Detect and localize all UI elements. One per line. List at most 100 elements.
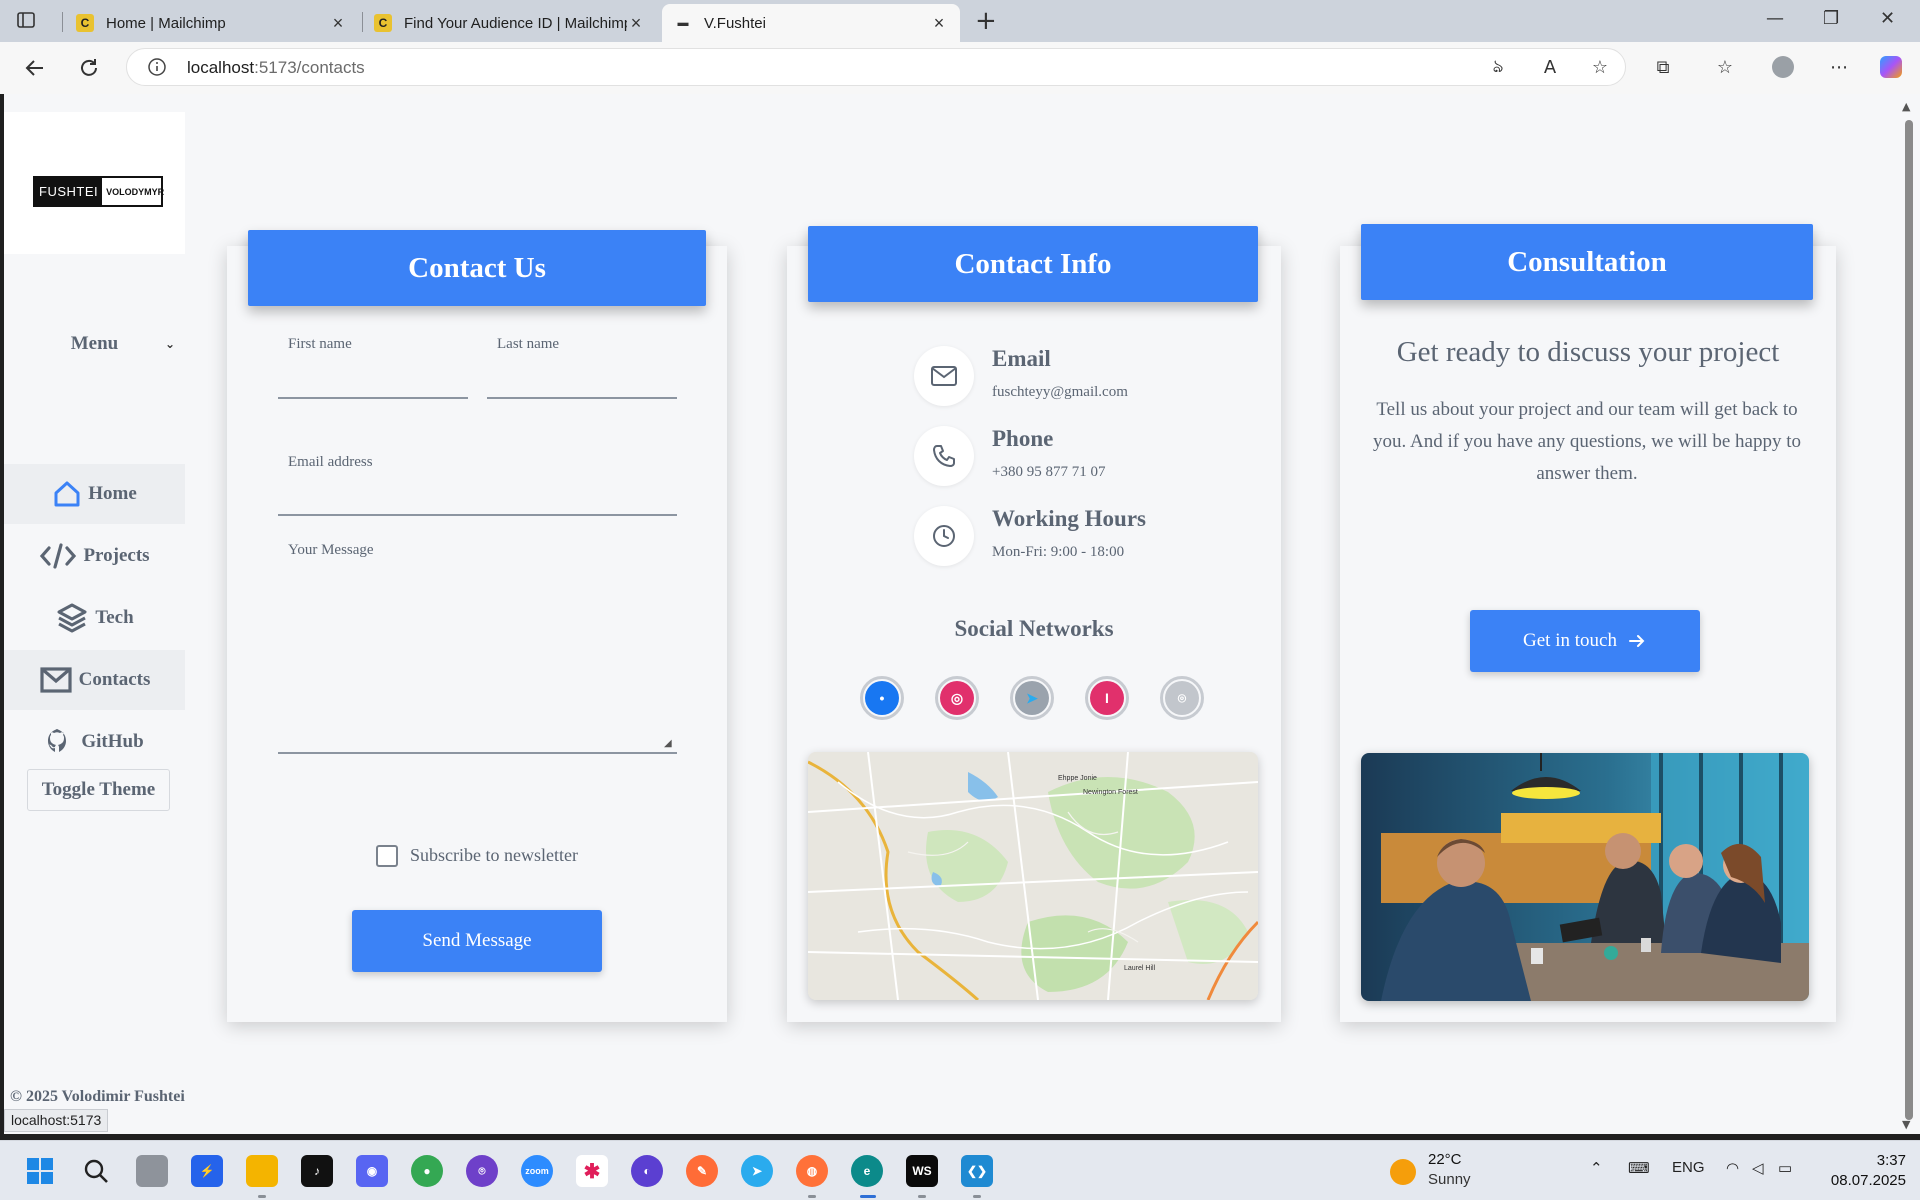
- sidebar: FUSHTEI VOLODYMYR Menu ⌄ Home Projects T…: [4, 94, 185, 1134]
- newsletter-checkbox[interactable]: [376, 845, 398, 867]
- mailchimp-icon: C: [76, 14, 94, 32]
- send-message-button[interactable]: Send Message: [352, 910, 602, 972]
- favorite-star-icon[interactable]: ☆: [1585, 52, 1615, 82]
- tiktok-icon[interactable]: ♪: [301, 1155, 333, 1187]
- github-link[interactable]: ⌾: [1160, 676, 1204, 720]
- profile-avatar-icon[interactable]: [1768, 52, 1798, 82]
- instagram-link-2[interactable]: I: [1085, 676, 1129, 720]
- discord-icon[interactable]: ◉: [356, 1155, 388, 1187]
- email-value[interactable]: fuschteyy@gmail.com: [992, 384, 1128, 401]
- back-icon[interactable]: [20, 54, 50, 82]
- new-tab-icon[interactable]: +: [975, 6, 997, 36]
- logo-text-right: VOLODYMYR: [106, 186, 165, 197]
- favorites-icon[interactable]: ☆: [1710, 52, 1740, 82]
- extensions-icon[interactable]: ⧉: [1648, 52, 1678, 82]
- message-textarea[interactable]: [278, 752, 677, 754]
- browser-toolbar: localhost:5173/contacts ঌ A ☆ ⧉ ☆ ⋯: [0, 42, 1920, 94]
- wifi-icon[interactable]: ◠: [1726, 1159, 1739, 1177]
- site-info-icon[interactable]: [147, 57, 167, 82]
- postman-icon[interactable]: ✎: [686, 1155, 718, 1187]
- copilot-icon[interactable]: [1876, 52, 1906, 82]
- battery-icon[interactable]: ▭: [1778, 1159, 1792, 1177]
- translate-icon[interactable]: ঌ: [1483, 52, 1513, 82]
- site-icon: ▬: [677, 17, 689, 29]
- sidebar-item-tech[interactable]: Tech: [4, 588, 185, 648]
- windows-start-icon[interactable]: [24, 1155, 56, 1187]
- email-input[interactable]: [278, 514, 677, 516]
- keyboard-icon[interactable]: ⌨: [1628, 1159, 1650, 1177]
- scroll-up-icon[interactable]: ▲: [1902, 100, 1910, 113]
- toggle-theme-button[interactable]: Toggle Theme: [27, 769, 170, 811]
- file-explorer-icon[interactable]: [246, 1155, 278, 1187]
- sidebar-item-home[interactable]: Home: [4, 464, 185, 524]
- window-close-icon[interactable]: ✕: [1880, 8, 1895, 29]
- tab-vfushtei[interactable]: ▬ V.Fushtei ×: [662, 4, 960, 42]
- facebook-icon: •: [865, 681, 899, 715]
- sidebar-item-projects[interactable]: Projects: [4, 526, 185, 586]
- slack-icon[interactable]: ✱: [576, 1155, 608, 1187]
- refresh-icon[interactable]: [74, 54, 104, 82]
- location-map[interactable]: Ehppe Jonie Newington Forest Laurel Hill: [808, 752, 1258, 1000]
- telegram-icon: ➤: [1015, 681, 1049, 715]
- consultation-subtitle: Get ready to discuss your project: [1396, 336, 1780, 368]
- menu-toggle[interactable]: Menu ⌄: [4, 324, 185, 364]
- team-meeting-photo: [1361, 753, 1809, 1001]
- facebook-link[interactable]: •: [860, 676, 904, 720]
- instagram-icon: ◎: [940, 681, 974, 715]
- site-logo[interactable]: FUSHTEI VOLODYMYR: [33, 176, 165, 207]
- zoom-icon[interactable]: zoom: [521, 1155, 553, 1187]
- vscode-icon[interactable]: ❮❯: [961, 1155, 993, 1187]
- tab-mailchimp-home[interactable]: C Home | Mailchimp ×: [64, 4, 359, 42]
- app-icon[interactable]: ◐: [631, 1155, 663, 1187]
- edge-icon[interactable]: e: [851, 1155, 883, 1187]
- telegram-icon[interactable]: ➤: [741, 1155, 773, 1187]
- minimize-icon[interactable]: —: [1766, 8, 1784, 29]
- address-bar[interactable]: localhost:5173/contacts ঌ A ☆: [126, 48, 1626, 86]
- tab-mailchimp-audience[interactable]: C Find Your Audience ID | Mailchimp ×: [362, 4, 657, 42]
- first-name-input[interactable]: [278, 397, 468, 399]
- search-icon[interactable]: [80, 1155, 112, 1187]
- get-in-touch-button[interactable]: Get in touch: [1470, 610, 1700, 672]
- tab-actions-icon[interactable]: [16, 10, 40, 32]
- read-aloud-icon[interactable]: A: [1535, 52, 1565, 82]
- mail-icon: [931, 366, 957, 386]
- github-desktop-icon[interactable]: ⌾: [466, 1155, 498, 1187]
- clock-icon: [933, 525, 955, 547]
- phone-value[interactable]: +380 95 877 71 07: [992, 464, 1105, 481]
- hours-value: Mon-Fri: 9:00 - 18:00: [992, 544, 1125, 560]
- telegram-link[interactable]: ➤: [1010, 676, 1054, 720]
- map-label: Newington Forest: [1083, 789, 1138, 796]
- url-text: localhost:5173/contacts: [187, 58, 365, 77]
- language-indicator[interactable]: ENG: [1672, 1159, 1705, 1176]
- close-icon[interactable]: ×: [930, 13, 948, 34]
- first-name-label: First name: [288, 336, 352, 352]
- sidebar-item-contacts[interactable]: Contacts: [4, 650, 185, 710]
- close-icon[interactable]: ×: [329, 13, 347, 34]
- instagram-icon: I: [1090, 681, 1124, 715]
- task-view-icon[interactable]: [136, 1155, 168, 1187]
- webstorm-icon[interactable]: WS: [906, 1155, 938, 1187]
- instagram-link[interactable]: ◎: [935, 676, 979, 720]
- page-scrollbar[interactable]: ▲ ▼: [1896, 94, 1920, 1134]
- volume-icon[interactable]: ◁: [1752, 1159, 1764, 1177]
- scroll-down-icon[interactable]: ▼: [1902, 1118, 1910, 1131]
- scrollbar-thumb[interactable]: [1905, 120, 1913, 1120]
- sidebar-item-label: GitHub: [81, 731, 144, 752]
- system-clock[interactable]: 3:37 08.07.2025: [1826, 1151, 1906, 1191]
- status-bar-url: localhost:5173: [4, 1109, 109, 1132]
- tab-title: V.Fushtei: [704, 14, 766, 32]
- lightning-app-icon[interactable]: ⚡: [191, 1155, 223, 1187]
- chrome-icon[interactable]: ●: [411, 1155, 443, 1187]
- phone-info-icon: [914, 426, 974, 486]
- restore-icon[interactable]: ❐: [1823, 8, 1839, 29]
- close-icon[interactable]: ×: [627, 13, 645, 34]
- more-options-icon[interactable]: ⋯: [1824, 52, 1854, 82]
- sidebar-item-github[interactable]: GitHub: [4, 712, 185, 772]
- weather-widget[interactable]: 22°C Sunny: [1390, 1149, 1540, 1193]
- firefox-icon[interactable]: ◍: [796, 1155, 828, 1187]
- hours-info-icon: [914, 506, 974, 566]
- phone-icon: [933, 445, 955, 467]
- show-hidden-icons-icon[interactable]: ⌃: [1590, 1159, 1603, 1177]
- last-name-input[interactable]: [487, 397, 677, 399]
- resize-handle-icon[interactable]: ◢: [664, 738, 672, 749]
